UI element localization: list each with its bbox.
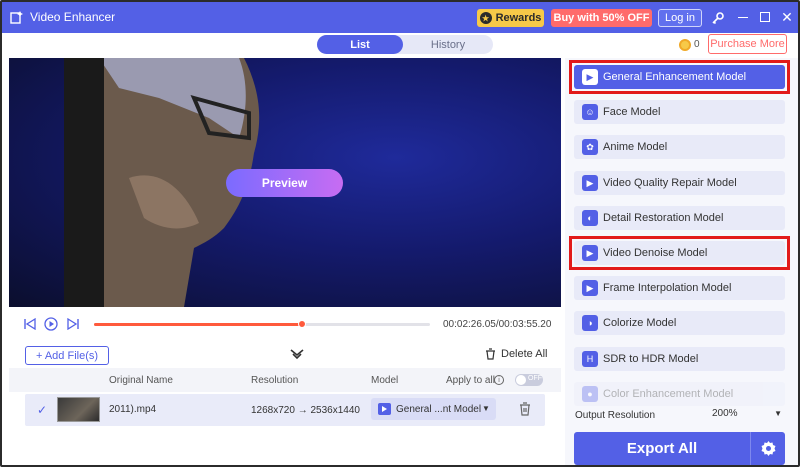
title-bar: Video Enhancer ★ Rewards Buy with 50% OF…	[2, 2, 798, 33]
model-item-label: Color Enhancement Model	[603, 388, 734, 400]
color-icon: ●	[582, 386, 598, 402]
model-item-sdr-to-hdr-model[interactable]: H SDR to HDR Model	[574, 347, 785, 371]
model-item-label: Anime Model	[603, 141, 668, 153]
progress-slider[interactable]	[94, 320, 430, 328]
login-button[interactable]: Log in	[658, 9, 702, 27]
model-item-label: SDR to HDR Model	[603, 353, 699, 365]
header-resolution: Resolution	[251, 375, 299, 386]
model-item-face-model[interactable]: ☺ Face Model	[574, 100, 785, 124]
output-resolution-label: Output Resolution	[575, 410, 656, 421]
detail-icon: ◐	[582, 210, 598, 226]
hdr-icon: H	[582, 351, 598, 367]
video-preview: Preview	[9, 58, 561, 307]
colorize-icon: ◑	[582, 315, 598, 331]
header-original-name: Original Name	[109, 375, 173, 386]
minimize-icon[interactable]	[738, 17, 748, 18]
output-resolution-value: 200%	[712, 408, 738, 419]
chevron-down-icon: ▼	[482, 404, 490, 413]
highlight-box	[569, 60, 790, 94]
model-dropdown[interactable]: General ...nt Model ▼	[371, 398, 496, 420]
play-icon[interactable]	[44, 317, 58, 331]
info-icon[interactable]: i	[494, 375, 504, 385]
coin-icon	[679, 39, 691, 51]
model-item-frame-interpolation-model[interactable]: ▶ Frame Interpolation Model	[574, 276, 785, 300]
model-dropdown-label: General ...nt Model	[396, 404, 482, 415]
gift-icon: ★	[479, 12, 492, 24]
rewards-button[interactable]: ★ Rewards	[477, 9, 544, 27]
tab-list[interactable]: List	[317, 35, 403, 54]
table-row[interactable]: ✓ 2011).mp4 1268x720 → 2536x1440 General…	[25, 394, 545, 426]
purchase-more-button[interactable]: Purchase More	[708, 34, 787, 54]
model-item-video-quality-repair-model[interactable]: ▶ Video Quality Repair Model	[574, 171, 785, 195]
maximize-icon[interactable]	[760, 12, 770, 22]
view-tabs: List History	[317, 35, 493, 54]
header-model: Model	[371, 375, 399, 386]
app-title: Video Enhancer	[30, 10, 116, 24]
skip-back-icon[interactable]	[23, 317, 37, 331]
app-logo-icon	[10, 11, 23, 24]
trash-icon	[486, 348, 495, 360]
add-files-button[interactable]: + Add File(s)	[25, 346, 109, 365]
highlight-box	[569, 236, 790, 270]
model-item-colorize-model[interactable]: ◑ Colorize Model	[574, 311, 785, 335]
close-icon[interactable]: ✕	[780, 10, 794, 24]
chevron-down-icon: ▼	[774, 409, 782, 418]
header-apply-all: Apply to all	[446, 375, 495, 386]
gear-icon[interactable]	[760, 440, 777, 457]
app-window: Video Enhancer ★ Rewards Buy with 50% OF…	[0, 0, 800, 467]
checkmark-icon[interactable]: ✓	[37, 403, 47, 417]
buy-button[interactable]: Buy with 50% OFF	[551, 9, 652, 27]
model-item-label: Face Model	[603, 106, 661, 118]
delete-all-button[interactable]: Delete All	[485, 348, 547, 360]
repair-icon: ▶	[582, 175, 598, 191]
progress-handle[interactable]	[298, 320, 307, 328]
toggle-knob	[516, 375, 526, 385]
skip-forward-icon[interactable]	[66, 317, 80, 331]
tab-history[interactable]: History	[403, 35, 493, 54]
apply-all-toggle[interactable]: OFF	[515, 374, 543, 386]
video-thumbnail	[57, 397, 100, 422]
preview-button[interactable]: Preview	[226, 169, 343, 197]
playback-bar: 00:02:26.05/00:03:55.20	[9, 307, 561, 341]
time-readout: 00:02:26.05/00:03:55.20	[443, 319, 552, 330]
model-panel: ▶ General Enhancement Model ☺ Face Model ✿ An…	[565, 58, 798, 465]
anime-icon: ✿	[582, 139, 598, 155]
delete-all-label: Delete All	[501, 348, 548, 360]
file-resolution: 1268x720 → 2536x1440	[251, 405, 360, 416]
model-item-detail-restoration-model[interactable]: ◐ Detail Restoration Model	[574, 206, 785, 230]
coin-count: 0	[694, 39, 700, 50]
export-divider	[750, 432, 751, 465]
model-item-anime-model[interactable]: ✿ Anime Model	[574, 135, 785, 159]
collapse-icon[interactable]	[289, 348, 305, 360]
list-header: Original Name Resolution Model Apply to …	[9, 368, 561, 392]
progress-fill	[94, 323, 303, 326]
output-resolution-select[interactable]: 200% ▼	[707, 403, 786, 424]
export-all-label: Export All	[626, 440, 698, 457]
delete-row-icon[interactable]	[519, 402, 531, 416]
key-icon[interactable]	[709, 9, 727, 27]
export-all-button[interactable]: Export All	[574, 432, 785, 465]
model-item-label: Frame Interpolation Model	[603, 282, 732, 294]
model-item-label: Video Quality Repair Model	[603, 177, 737, 189]
rewards-label: Rewards	[495, 12, 542, 24]
toggle-label: OFF	[528, 375, 542, 382]
frame-icon: ▶	[582, 280, 598, 296]
enhance-icon	[378, 403, 391, 415]
model-item-label: Colorize Model	[603, 317, 677, 329]
model-item-label: Detail Restoration Model	[603, 212, 724, 224]
file-name: 2011).mp4	[109, 404, 157, 415]
face-icon: ☺	[582, 104, 598, 120]
